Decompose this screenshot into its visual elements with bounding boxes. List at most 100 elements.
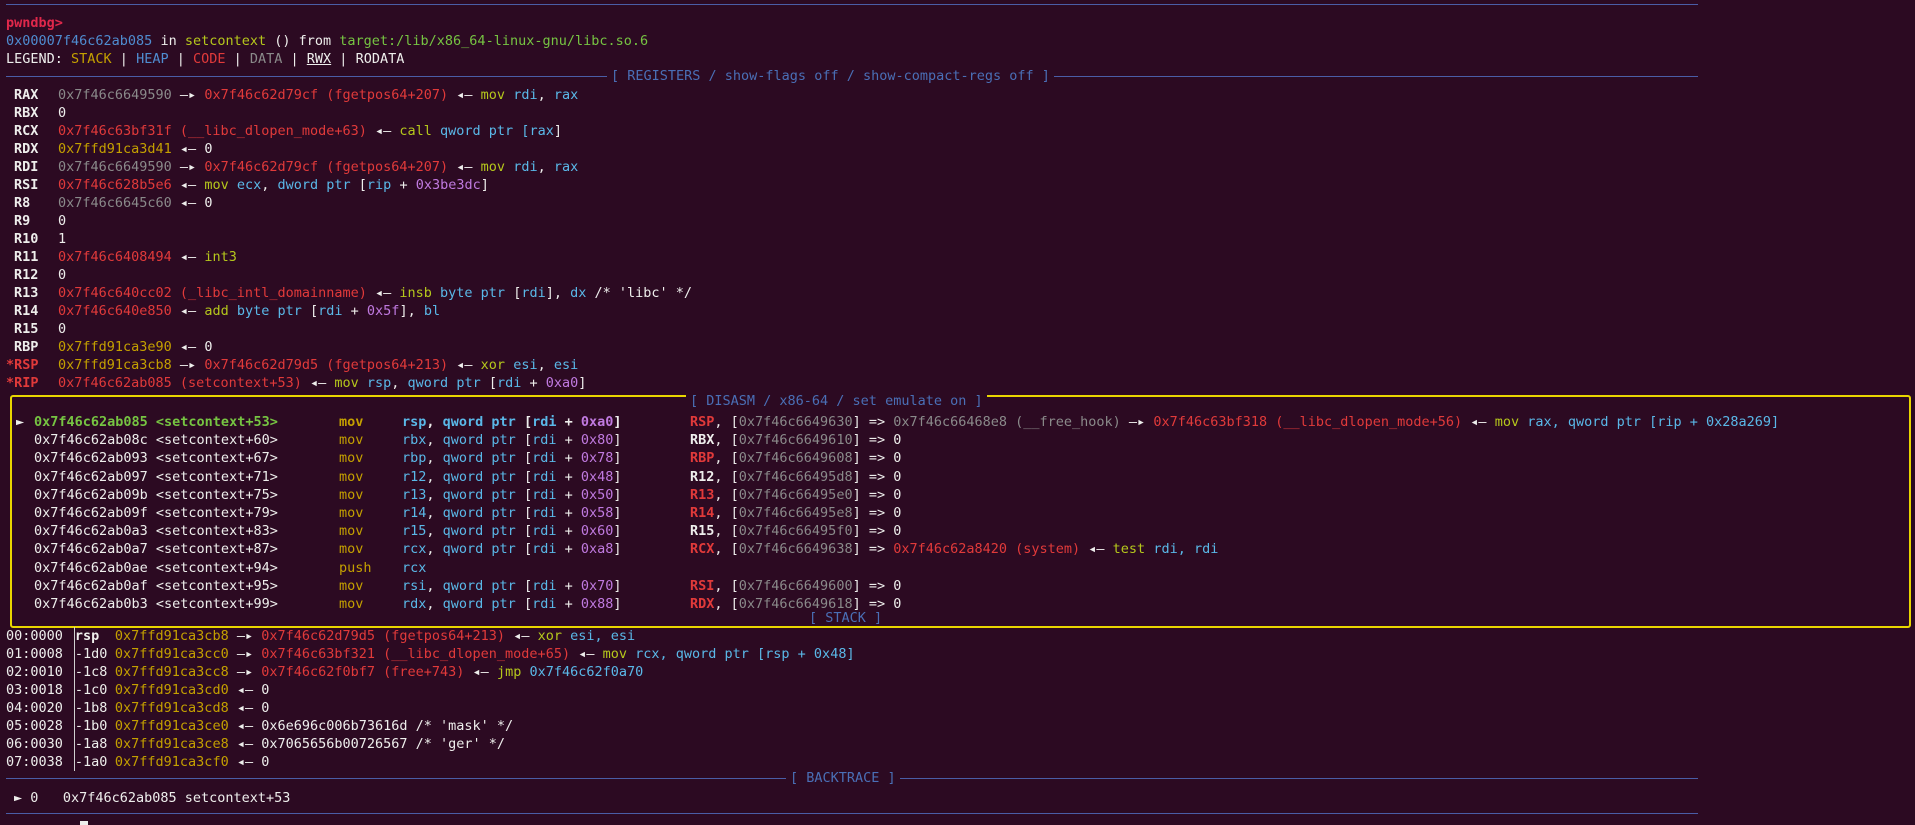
register-value: 0x7f46c640cc02 (_libc_intl_domainname) bbox=[58, 285, 367, 301]
stack-index: 01:0008 bbox=[6, 646, 63, 662]
register-value: 0 bbox=[58, 321, 67, 337]
register-row[interactable]: RAX 0x7f46c6649590 —▸ 0x7f46c62d79cf (fge… bbox=[14, 86, 578, 104]
operand-base: rdi bbox=[532, 450, 557, 467]
register-name: R11 bbox=[14, 249, 39, 265]
pointer-arrow: —▸ bbox=[228, 628, 262, 644]
stack-operands: esi, esi bbox=[570, 628, 636, 644]
disasm-mnemonic: mov bbox=[339, 486, 364, 503]
value-arrow: ◂— bbox=[366, 123, 400, 139]
operand-size: qword ptr bbox=[442, 505, 516, 521]
disasm-address: 0x7f46c62ab0af <setcontext+95> bbox=[34, 577, 278, 594]
location-line: 0x00007f46c62ab085 in setcontext () from… bbox=[6, 33, 649, 49]
register-value: 0x7ffd91ca3e90 bbox=[58, 339, 172, 355]
instruction-operand: ] bbox=[480, 177, 489, 193]
emulation-annotation: RCX, [0x7f46c6649638] => 0x7f46c62a8420 … bbox=[690, 541, 1219, 558]
register-row[interactable]: R10 1 bbox=[14, 230, 66, 248]
disasm-mnemonic: mov bbox=[339, 596, 364, 612]
pointer-arrow: —▸ bbox=[171, 87, 205, 103]
operand-base: rdi bbox=[532, 541, 557, 558]
instruction-operand: ] bbox=[578, 375, 587, 391]
instruction-operand: , bbox=[537, 357, 554, 373]
stack-offset: -1b8 bbox=[74, 700, 108, 716]
stack-deref: 0x7f46c62d79d5 (fgetpos64+213) bbox=[261, 628, 506, 644]
emulation-annotation: R13, [0x7f46c66495e0] => 0 bbox=[690, 486, 902, 503]
operand-register: rsi bbox=[402, 577, 427, 594]
stack-row[interactable]: 03:0018 -1c0 0x7ffd91ca3cd0 ◂— 0 bbox=[6, 681, 269, 699]
register-row[interactable]: R8 0x7f46c6645c60 ◂— 0 bbox=[14, 194, 212, 212]
disasm-mnemonic: mov bbox=[339, 414, 364, 430]
backtrace-frame[interactable]: ► 0 0x7f46c62ab085 setcontext+53 bbox=[14, 789, 290, 807]
disasm-mnemonic: mov bbox=[339, 432, 364, 449]
register-name: RBX bbox=[14, 105, 39, 121]
gdb-prompt: pwndbg> bbox=[6, 15, 63, 31]
value-arrow: ◂— bbox=[171, 303, 205, 319]
register-row[interactable]: RBP 0x7ffd91ca3e90 ◂— 0 bbox=[14, 338, 212, 356]
annotation-register: R12 bbox=[690, 468, 715, 485]
annotation-value: 0x7f46c66468e8 (__free_hook) bbox=[893, 414, 1121, 430]
register-row[interactable]: RDX 0x7ffd91ca3d41 ◂— 0 bbox=[14, 140, 212, 158]
stack-row[interactable]: 07:0038 -1a0 0x7ffd91ca3cf0 ◂— 0 bbox=[6, 753, 269, 771]
value-arrow: ◂— bbox=[228, 754, 262, 770]
instruction-operand: bl bbox=[423, 303, 441, 319]
register-tail: 0 bbox=[204, 141, 213, 157]
instruction-operand: esi bbox=[513, 357, 538, 373]
instruction-operand: ] bbox=[553, 123, 562, 139]
operand-offset: 0x78 bbox=[580, 450, 614, 467]
stack-row[interactable]: 05:0028 -1b0 0x7ffd91ca3ce0 ◂— 0x6e696c006… bbox=[6, 717, 513, 735]
terminal-cursor[interactable] bbox=[80, 821, 88, 825]
instruction-operand: 0x5f bbox=[366, 303, 400, 319]
stack-row[interactable]: 04:0020 -1b8 0x7ffd91ca3cd8 ◂— 0 bbox=[6, 699, 269, 717]
register-name: *RIP bbox=[6, 375, 39, 391]
register-row[interactable]: R11 0x7f46c6408494 ◂— int3 bbox=[14, 248, 237, 266]
stack-row[interactable]: 06:0030 -1a8 0x7ffd91ca3ce8 ◂— 0x7065656b0… bbox=[6, 735, 505, 753]
disasm-operands: r12, qword ptr [rdi + 0x48] bbox=[402, 468, 622, 485]
register-row[interactable]: RSI 0x7f46c628b5e6 ◂— mov ecx, dword ptr … bbox=[14, 176, 489, 194]
stack-row[interactable]: 00:0000 rsp 0x7ffd91ca3cb8 —▸ 0x7f46c62d79… bbox=[6, 627, 635, 645]
operand-offset: 0x48 bbox=[580, 468, 614, 485]
stack-value: 0x7065656b00726567 /* 'ger' */ bbox=[261, 736, 506, 752]
instruction-operand: byte ptr bbox=[236, 303, 302, 319]
disasm-operands: rsp, qword ptr [rdi + 0xa0] bbox=[402, 414, 622, 430]
stack-index: 06:0030 bbox=[6, 736, 63, 752]
stack-value: 0x6e696c006b73616d /* 'mask' */ bbox=[261, 718, 514, 734]
disasm-operands: r14, qword ptr [rdi + 0x58] bbox=[402, 505, 622, 521]
register-row[interactable]: R13 0x7f46c640cc02 (_libc_intl_domainname… bbox=[14, 284, 692, 302]
register-row[interactable]: RDI 0x7f46c6649590 —▸ 0x7f46c62d79cf (fge… bbox=[14, 158, 578, 176]
disasm-address: 0x7f46c62ab0a7 <setcontext+87> bbox=[34, 541, 278, 558]
value-arrow: ◂— bbox=[171, 141, 205, 157]
current-instruction-icon: ► bbox=[16, 414, 25, 430]
register-row[interactable]: R12 0 bbox=[14, 266, 66, 284]
instruction-operand: esi bbox=[553, 357, 579, 373]
annotation-value: 0 bbox=[893, 432, 902, 449]
operand-size: qword ptr bbox=[442, 432, 516, 449]
register-row[interactable]: RBX 0 bbox=[14, 104, 66, 122]
emulation-annotation: R12, [0x7f46c66495d8] => 0 bbox=[690, 468, 902, 485]
disasm-operands: rcx, qword ptr [rdi + 0xa8] bbox=[402, 541, 622, 558]
stack-pointer: 0x7ffd91ca3cc8 bbox=[114, 664, 229, 680]
value-arrow: ◂— bbox=[448, 87, 481, 103]
operand-base: rdi bbox=[532, 577, 557, 594]
annotation-operands: rdi, rdi bbox=[1153, 541, 1219, 558]
value-arrow: ◂— bbox=[570, 646, 603, 662]
register-value: 0 bbox=[58, 213, 67, 229]
instruction-operand: rdi bbox=[513, 159, 538, 175]
stack-row[interactable]: 02:0010 -1c8 0x7ffd91ca3cc8 —▸ 0x7f46c62f0… bbox=[6, 663, 643, 681]
emulation-annotation: RSI, [0x7f46c6649600] => 0 bbox=[690, 577, 902, 594]
register-value: 0x7f46c628b5e6 bbox=[58, 177, 172, 193]
instruction-operand: qword ptr [ bbox=[440, 123, 530, 139]
value-arrow: ◂— bbox=[448, 357, 481, 373]
value-arrow: ◂— bbox=[228, 700, 262, 716]
instruction-operand: ], bbox=[399, 303, 424, 319]
register-row[interactable]: *RSP 0x7ffd91ca3cb8 —▸ 0x7f46c62d79d5 (fg… bbox=[6, 356, 579, 374]
stack-row[interactable]: 01:0008 -1d0 0x7ffd91ca3cc0 —▸ 0x7f46c63bf… bbox=[6, 645, 855, 663]
register-name: RSI bbox=[14, 177, 39, 193]
register-row[interactable]: *RIP 0x7f46c62ab085 (setcontext+53) ◂— mo… bbox=[6, 374, 587, 392]
register-row[interactable]: RCX 0x7f46c63bf31f (__libc_dlopen_mode+63… bbox=[14, 122, 562, 140]
instruction-operand: rdi bbox=[496, 375, 522, 391]
operand-register: r15 bbox=[402, 523, 427, 540]
stack-offset: rsp bbox=[74, 628, 100, 644]
operand-size: qword ptr bbox=[442, 523, 516, 540]
register-row[interactable]: R14 0x7f46c640e850 ◂— add byte ptr [rdi +… bbox=[14, 302, 440, 320]
register-row[interactable]: R9 0 bbox=[14, 212, 66, 230]
register-row[interactable]: R15 0 bbox=[14, 320, 66, 338]
